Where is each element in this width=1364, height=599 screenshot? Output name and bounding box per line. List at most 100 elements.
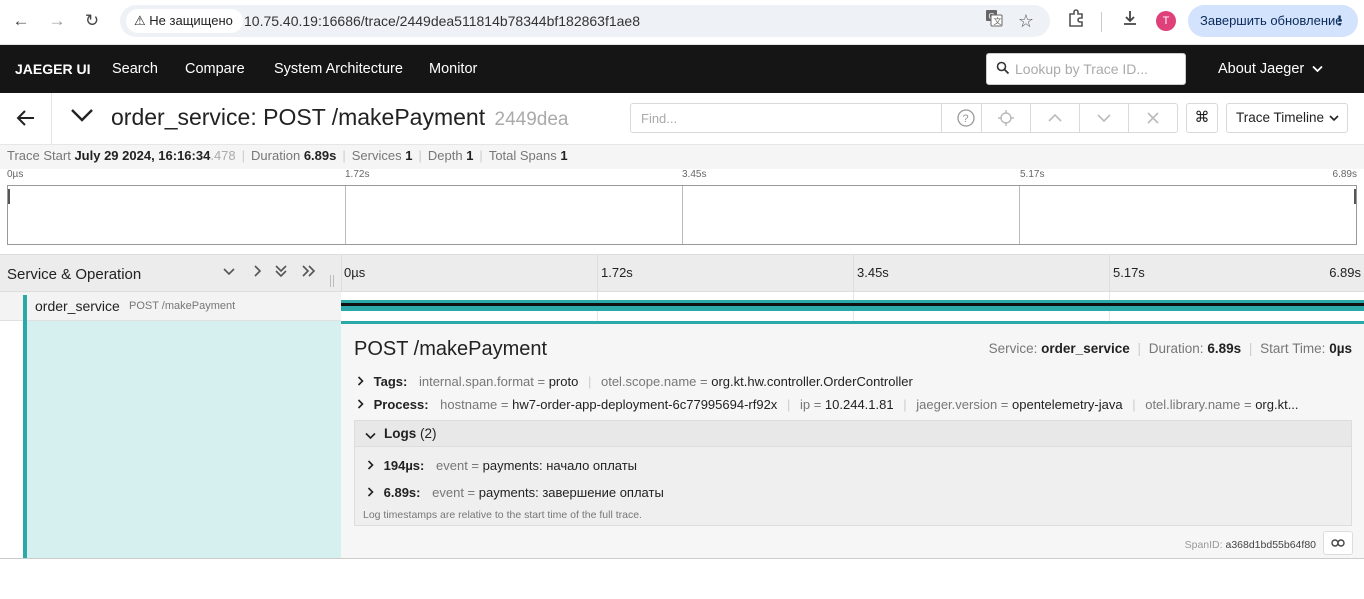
total-spans-value: 1 (560, 148, 568, 163)
chevron-right-icon (357, 397, 369, 412)
process-key: jaeger.version (916, 397, 998, 412)
download-icon[interactable] (1118, 9, 1142, 33)
logs-header[interactable]: Logs (2) (355, 421, 1351, 447)
span-detail-panel: POST /makePayment Service: order_service… (341, 321, 1364, 558)
top-nav: JAEGER UI Search Compare System Architec… (0, 45, 1364, 93)
span-duration-bar[interactable] (341, 300, 1364, 311)
find-box[interactable]: ? (630, 103, 1178, 133)
nav-system-architecture[interactable]: System Architecture (274, 45, 403, 93)
chevron-right-icon (367, 485, 375, 500)
chevron-down-icon (365, 427, 376, 445)
keyboard-shortcuts-button[interactable]: ⌘ (1186, 103, 1218, 133)
translate-icon[interactable]: G文 (982, 9, 1006, 33)
nav-compare[interactable]: Compare (185, 45, 245, 93)
view-selector-label: Trace Timeline (1236, 110, 1325, 125)
clear-search-icon[interactable] (1128, 104, 1177, 132)
process-item: jaeger.version = opentelemetry-java (916, 397, 1123, 412)
tag-value: org.kt.hw.controller.OrderController (711, 374, 913, 389)
tags-section[interactable]: Tags: internal.span.format = proto | ote… (357, 374, 913, 389)
url-text[interactable]: 10.75.40.19:16686/trace/2449dea511814b78… (244, 5, 640, 37)
minimap-gridline (1019, 186, 1020, 244)
minimap-tick: 0µs (7, 169, 24, 180)
minimap-tick: 6.89s (1332, 169, 1357, 180)
extensions-icon[interactable] (1064, 9, 1088, 33)
duration-value: 6.89s (303, 148, 337, 163)
expand-one-icon[interactable] (250, 264, 264, 283)
reload-icon[interactable]: ↻ (80, 9, 104, 33)
trace-lookup[interactable] (986, 53, 1186, 85)
profile-avatar[interactable]: T (1156, 11, 1176, 31)
timeline-tick: 6.89s (1329, 265, 1361, 280)
chevron-right-icon (367, 458, 375, 473)
next-match-icon[interactable] (1079, 104, 1128, 132)
process-value: hw7-order-app-deployment-6c77995694-rf92… (512, 397, 778, 412)
process-key: otel.library.name (1145, 397, 1241, 412)
log-value: payments: начало оплаты (482, 458, 638, 473)
duration-label: Duration (251, 148, 301, 163)
minimap-tick: 1.72s (345, 169, 370, 180)
minimap-handle-right[interactable] (1354, 189, 1356, 204)
minimap-tick: 3.45s (682, 169, 707, 180)
address-bar[interactable]: ⚠ Не защищено 10.75.40.19:16686/trace/24… (120, 5, 1050, 37)
timeline-gridline (1109, 255, 1110, 293)
span-bar-cell[interactable] (341, 292, 1364, 321)
collapse-all-icon[interactable] (274, 264, 288, 283)
process-section[interactable]: Process: hostname = hw7-order-app-deploy… (357, 397, 1357, 412)
log-entry[interactable]: 6.89s: event = payments: завершение опла… (367, 485, 664, 500)
locate-icon[interactable] (981, 104, 1030, 132)
collapse-one-icon[interactable] (222, 264, 236, 281)
start-time-label: Start Time: (1260, 341, 1326, 356)
update-button[interactable]: Завершить обновление ⋮ (1188, 5, 1358, 37)
service-label: Service: (988, 341, 1038, 356)
span-id-value: a368d1bd55b64f80 (1225, 539, 1316, 551)
trace-start-value: July 29 2024, 16:16:34 (74, 148, 211, 163)
timeline-tick: 3.45s (857, 265, 889, 280)
minimap-handle-left[interactable] (8, 189, 10, 204)
duration-label: Duration: (1148, 341, 1204, 356)
trace-start-label: Trace Start (7, 148, 71, 163)
timeline-tick: 0µs (344, 265, 366, 280)
collapse-chevron-icon[interactable] (70, 107, 94, 128)
detail-indent-fill (27, 321, 341, 558)
log-value: payments: завершение оплаты (478, 485, 664, 500)
back-button[interactable] (0, 93, 52, 144)
nav-monitor[interactable]: Monitor (429, 45, 477, 93)
security-chip[interactable]: ⚠ Не защищено (126, 9, 243, 33)
brand-logo[interactable]: JAEGER UI (15, 45, 90, 93)
span-overview: Service: order_service | Duration: 6.89s… (988, 341, 1352, 356)
forward-arrow-icon[interactable]: → (45, 9, 69, 33)
copy-link-button[interactable] (1323, 531, 1353, 555)
services-label: Services (351, 148, 402, 163)
total-spans-label: Total Spans (488, 148, 557, 163)
trace-minimap[interactable]: 0µs 1.72s 3.45s 5.17s 6.89s (0, 169, 1364, 254)
toolbar-divider (1101, 12, 1102, 32)
minimap-tick: 5.17s (1020, 169, 1045, 180)
column-resizer[interactable] (330, 275, 334, 287)
span-id-label: SpanID: (1184, 539, 1223, 551)
span-row[interactable]: order_service POST /makePayment (0, 292, 1364, 321)
log-time: 6.89s: (383, 485, 421, 500)
trace-id-input[interactable] (1015, 54, 1180, 84)
about-jaeger-menu[interactable]: About Jaeger (1218, 45, 1323, 94)
process-item: otel.library.name = org.kt... (1145, 397, 1299, 412)
back-arrow-icon[interactable]: ← (9, 9, 33, 33)
chevron-right-icon (357, 374, 369, 389)
span-name-cell[interactable]: order_service POST /makePayment (0, 292, 341, 321)
nav-search[interactable]: Search (112, 45, 158, 93)
start-time-value: 0µs (1329, 341, 1352, 356)
minimap-viewport[interactable] (7, 185, 1357, 245)
view-selector[interactable]: Trace Timeline (1226, 103, 1348, 133)
timeline-tick: 1.72s (601, 265, 633, 280)
prev-match-icon[interactable] (1030, 104, 1079, 132)
command-key-icon: ⌘ (1194, 109, 1210, 126)
minimap-gridline (345, 186, 346, 244)
service-color-bar (23, 295, 27, 321)
span-operation-name: POST /makePayment (129, 300, 236, 312)
svg-text:?: ? (963, 113, 969, 125)
expand-all-icon[interactable] (301, 264, 317, 283)
log-entry[interactable]: 194µs: event = payments: начало оплаты (367, 458, 637, 473)
services-value: 1 (405, 148, 413, 163)
bookmark-star-icon[interactable]: ☆ (1014, 9, 1038, 33)
logs-count: (2) (420, 426, 437, 441)
find-input[interactable] (641, 104, 931, 132)
